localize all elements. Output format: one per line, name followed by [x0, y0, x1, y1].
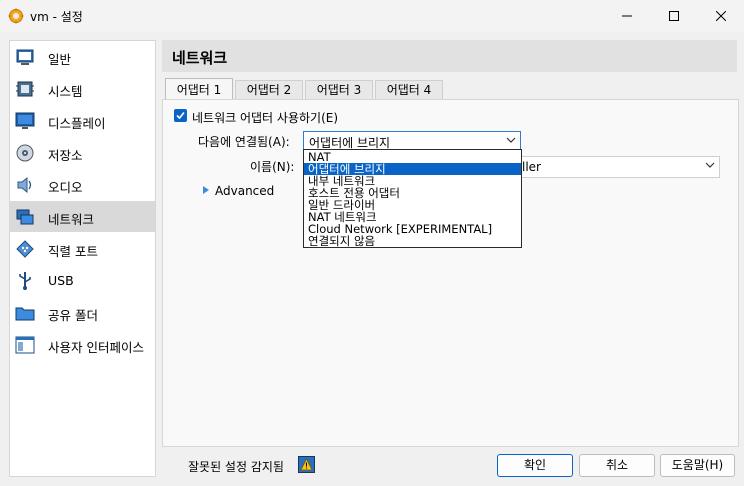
window-title: vm - 설정: [30, 10, 83, 24]
general-icon: [16, 49, 34, 65]
system-icon: [16, 81, 34, 97]
ok-button[interactable]: 확인: [497, 454, 573, 477]
sidebar-item-usb[interactable]: USB: [10, 265, 155, 296]
sidebar-item-serial-port[interactable]: 직렬 포트: [10, 233, 155, 264]
expand-arrow-icon[interactable]: [201, 185, 211, 195]
page-title-bar: 네트워크: [162, 40, 737, 72]
sidebar-item-label: 일반: [48, 52, 72, 67]
network-icon: [16, 209, 34, 225]
sidebar-item-network[interactable]: 네트워크: [10, 201, 155, 232]
enable-adapter-checkbox[interactable]: [174, 109, 187, 122]
tab-adapter-3[interactable]: 어댑터 3: [305, 80, 373, 100]
storage-icon: [16, 144, 34, 162]
sidebar-item-label: 시스템: [48, 84, 83, 99]
enable-adapter-label: 네트워크 어댑터 사용하기(E): [192, 111, 339, 125]
tab-adapter-2[interactable]: 어댑터 2: [235, 80, 303, 100]
sidebar-item-label: 저장소: [48, 148, 83, 163]
attached-to-dropdown: NAT 어댑터에 브리지 내부 네트워크 호스트 전용 어댑터 일반 드라이버 …: [303, 149, 522, 248]
chevron-down-icon: [705, 162, 715, 168]
cancel-button[interactable]: 취소: [579, 454, 655, 477]
adapter-name-select[interactable]: ller: [521, 156, 720, 178]
adapter-name-value: ller: [522, 160, 541, 174]
minimize-button[interactable]: [604, 0, 650, 32]
user-interface-icon: [15, 336, 35, 354]
minimize-icon: [622, 15, 632, 17]
sidebar-item-label: 디스플레이: [48, 116, 106, 131]
settings-sidebar: 일반 시스템 디스플레이 저장소 오디오 네트워크 직렬 포트 USB 공유 폴…: [9, 40, 156, 477]
help-button[interactable]: 도움말(H): [660, 454, 735, 477]
sidebar-item-label: USB: [48, 273, 74, 288]
close-button[interactable]: [698, 0, 744, 32]
close-icon: [716, 11, 726, 21]
sidebar-item-label: 공유 폴더: [48, 308, 98, 323]
invalid-settings-text: 잘못된 설정 감지됨: [188, 460, 284, 474]
tab-adapter-4[interactable]: 어댑터 4: [375, 80, 443, 100]
warning-icon[interactable]: [298, 456, 315, 473]
sidebar-item-label: 오디오: [48, 180, 83, 195]
dropdown-option[interactable]: 연결되지 않음: [304, 235, 521, 247]
shared-folder-icon: [15, 307, 35, 321]
usb-icon: [19, 272, 31, 290]
chevron-down-icon: [506, 137, 516, 143]
sidebar-item-user-interface[interactable]: 사용자 인터페이스: [10, 329, 155, 360]
title-bar: vm - 설정: [0, 0, 744, 32]
sidebar-item-label: 네트워크: [48, 212, 95, 227]
sidebar-item-storage[interactable]: 저장소: [10, 137, 155, 168]
serial-port-icon: [16, 240, 34, 258]
sidebar-item-label: 사용자 인터페이스: [48, 340, 144, 355]
sidebar-item-general[interactable]: 일반: [10, 41, 155, 72]
sidebar-item-display[interactable]: 디스플레이: [10, 105, 155, 136]
sidebar-item-label: 직렬 포트: [48, 244, 98, 259]
checkmark-icon: [176, 111, 185, 120]
attached-to-label: 다음에 연결됨(A):: [198, 135, 290, 149]
sidebar-item-shared-folder[interactable]: 공유 폴더: [10, 297, 155, 328]
advanced-toggle[interactable]: Advanced: [215, 184, 274, 198]
virtualbox-app-icon: [8, 8, 24, 24]
display-icon: [15, 112, 35, 129]
page-title: 네트워크: [172, 49, 228, 67]
sidebar-item-audio[interactable]: 오디오: [10, 169, 155, 200]
tab-adapter-1[interactable]: 어댑터 1: [165, 78, 233, 101]
maximize-icon: [669, 11, 679, 21]
name-label: 이름(N):: [250, 160, 295, 174]
maximize-button[interactable]: [651, 0, 697, 32]
audio-icon: [17, 176, 32, 194]
sidebar-item-system[interactable]: 시스템: [10, 73, 155, 104]
